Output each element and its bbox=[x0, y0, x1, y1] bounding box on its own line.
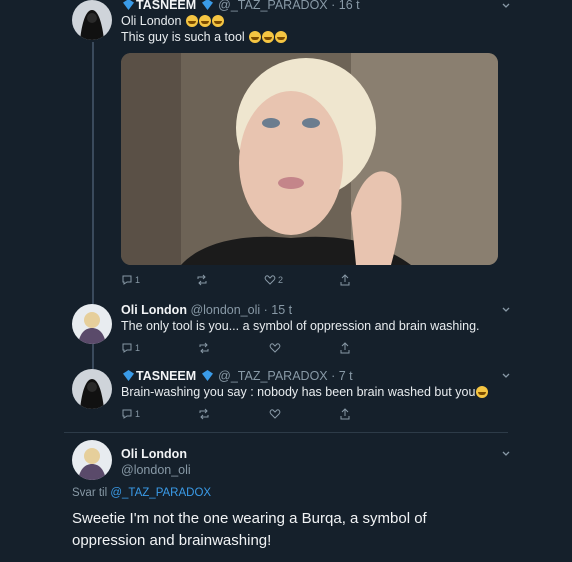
tweet-actions: 1 bbox=[121, 407, 351, 421]
like-icon bbox=[269, 343, 280, 353]
reply-count: 1 bbox=[135, 409, 141, 419]
tweet-text: Brain-washing you say : nobody has been … bbox=[121, 385, 476, 399]
retweet-button[interactable] bbox=[198, 407, 210, 421]
reply-prefix: Svar til bbox=[72, 487, 108, 499]
reply-button[interactable]: 1 bbox=[121, 407, 140, 421]
chevron-down-icon[interactable] bbox=[502, 450, 510, 458]
tweet-text-line1: Oli London bbox=[121, 14, 182, 28]
share-icon bbox=[340, 274, 350, 286]
share-icon bbox=[340, 342, 350, 354]
share-button[interactable] bbox=[339, 407, 351, 421]
tweet-text: The only tool is you... a symbol of oppr… bbox=[121, 319, 480, 333]
reply-to-handle-link[interactable]: @_TAZ_PARADOX bbox=[110, 487, 211, 499]
tweet-author-name[interactable]: Oli London bbox=[121, 446, 502, 462]
share-button[interactable] bbox=[339, 341, 351, 355]
verified-icon bbox=[123, 0, 134, 10]
tweet-author-name[interactable]: TASNEEM bbox=[136, 0, 196, 12]
tweet-text-line2: This guy is such a tool bbox=[121, 30, 245, 44]
main-tweet-header[interactable]: Oli London @london_oli bbox=[121, 446, 502, 478]
like-button[interactable] bbox=[269, 341, 281, 355]
tweet-handle[interactable]: @_TAZ_PARADOX bbox=[218, 369, 327, 383]
tweet-author-name[interactable]: TASNEEM bbox=[136, 369, 196, 383]
like-icon bbox=[264, 275, 276, 285]
tweet-author-name[interactable]: Oli London bbox=[121, 303, 187, 317]
reply-icon bbox=[122, 275, 132, 285]
thread-line bbox=[92, 42, 94, 402]
avatar-tasneem[interactable] bbox=[72, 369, 112, 409]
verified-icon bbox=[201, 0, 213, 10]
tweet-time[interactable]: · 15 t bbox=[264, 303, 293, 317]
main-tweet-text: Sweetie I'm not the one wearing a Burqa,… bbox=[72, 510, 427, 549]
emoji-laughing-icon bbox=[211, 15, 224, 27]
share-button[interactable] bbox=[339, 273, 351, 287]
tweet-actions: 1 bbox=[121, 341, 351, 355]
reply-count: 1 bbox=[135, 275, 141, 285]
emoji-laughing-icon bbox=[249, 31, 262, 43]
emoji-laughing-icon bbox=[275, 31, 288, 43]
reply-to-line: Svar til @_TAZ_PARADOX bbox=[72, 487, 211, 499]
avatar-oli-london[interactable] bbox=[72, 304, 112, 344]
retweet-button[interactable] bbox=[196, 273, 208, 287]
emoji-laughing-icon bbox=[262, 31, 275, 43]
emoji-smiling-icon bbox=[476, 386, 489, 398]
retweet-icon bbox=[199, 342, 209, 354]
tweet-media-image[interactable] bbox=[121, 53, 498, 265]
like-button[interactable] bbox=[269, 407, 281, 421]
tweet-3[interactable]: TASNEEM @_TAZ_PARADOX · 7 t Brain-washin… bbox=[121, 368, 502, 400]
avatar-tasneem[interactable] bbox=[72, 0, 112, 40]
emoji-laughing-icon bbox=[185, 15, 198, 27]
chevron-down-icon[interactable] bbox=[502, 372, 510, 380]
reply-button[interactable]: 1 bbox=[121, 273, 140, 287]
avatar-oli-london[interactable] bbox=[72, 440, 112, 480]
divider bbox=[64, 432, 508, 433]
retweet-icon bbox=[199, 408, 209, 420]
chevron-down-icon[interactable] bbox=[502, 2, 510, 10]
tweet-handle[interactable]: @london_oli bbox=[121, 462, 502, 478]
retweet-icon bbox=[197, 274, 207, 286]
chevron-down-icon[interactable] bbox=[502, 306, 510, 314]
reply-icon bbox=[122, 343, 132, 353]
like-count: 2 bbox=[277, 275, 283, 285]
reply-button[interactable]: 1 bbox=[121, 341, 140, 355]
retweet-button[interactable] bbox=[198, 341, 210, 355]
share-icon bbox=[340, 408, 350, 420]
tweet-handle[interactable]: @london_oli bbox=[190, 303, 260, 317]
emoji-laughing-icon bbox=[198, 15, 211, 27]
tweet-time[interactable]: · 16 t bbox=[331, 0, 360, 12]
reply-icon bbox=[122, 409, 132, 419]
reply-count: 1 bbox=[135, 343, 141, 353]
verified-icon bbox=[123, 369, 134, 381]
like-button[interactable]: 2 bbox=[264, 273, 283, 287]
like-icon bbox=[269, 409, 280, 419]
tweet-handle[interactable]: @_TAZ_PARADOX bbox=[218, 0, 327, 12]
tweet-1[interactable]: TASNEEM @_TAZ_PARADOX · 16 t Oli London … bbox=[121, 0, 502, 45]
tweet-time[interactable]: · 7 t bbox=[331, 369, 353, 383]
verified-icon bbox=[201, 369, 213, 381]
tweet-2[interactable]: Oli London @london_oli · 15 t The only t… bbox=[121, 302, 502, 334]
tweet-actions: 1 2 bbox=[121, 273, 351, 287]
